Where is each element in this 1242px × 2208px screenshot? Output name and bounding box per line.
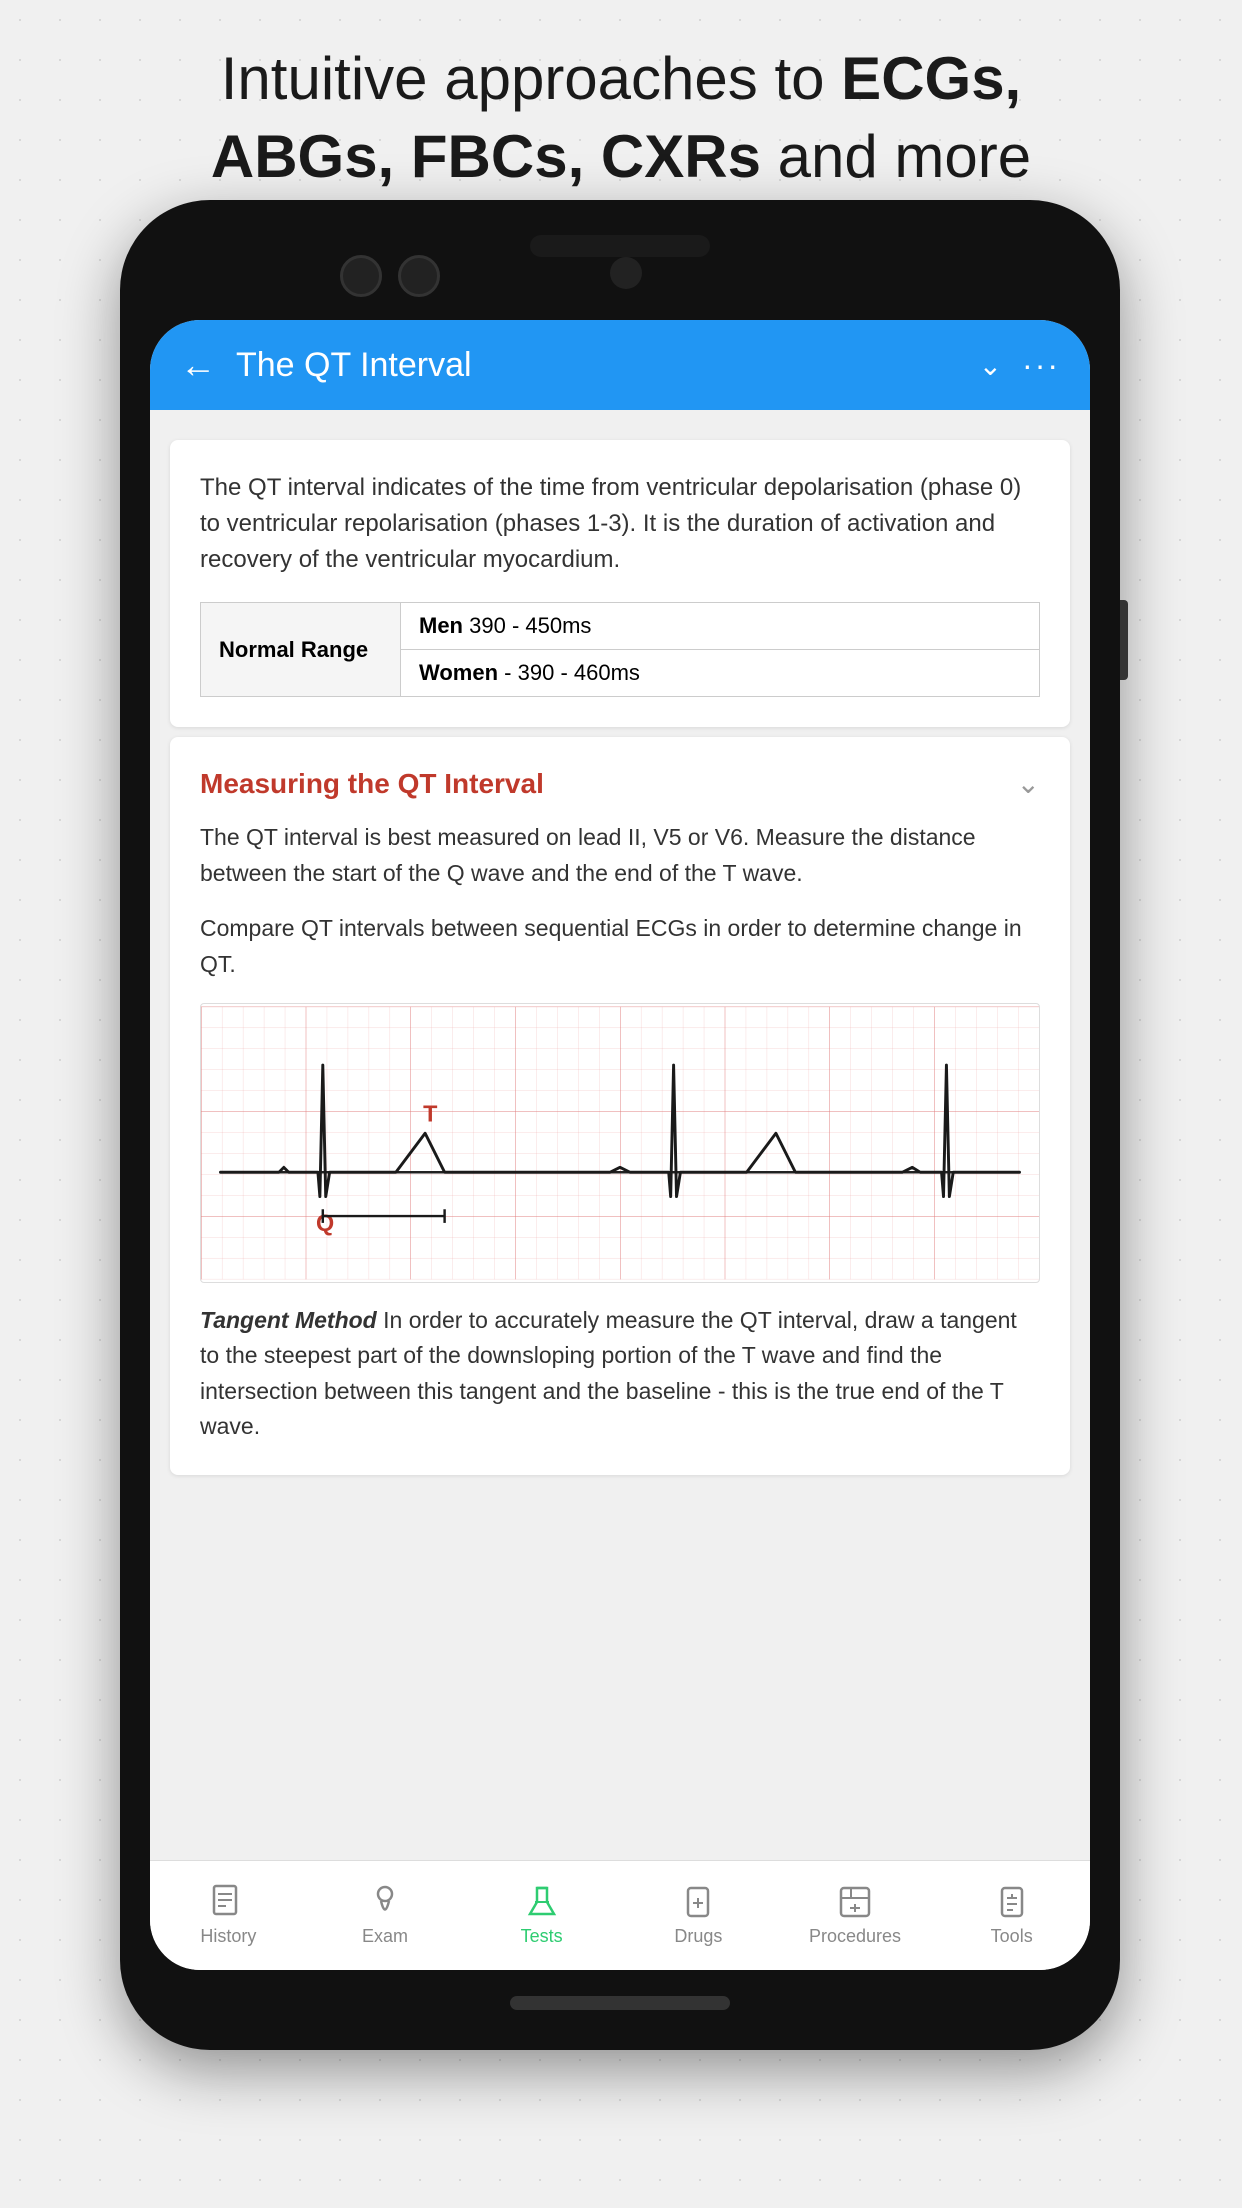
tools-icon <box>994 1884 1030 1920</box>
normal-range-label: Normal Range <box>201 603 401 697</box>
nav-label-tests: Tests <box>521 1926 563 1947</box>
women-range: Women - 390 - 460ms <box>401 650 1040 697</box>
nav-label-exam: Exam <box>362 1926 408 1947</box>
app-content[interactable]: The QT interval indicates of the time fr… <box>150 410 1090 1860</box>
top-heading-end: and more <box>778 123 1031 190</box>
phone-dot <box>610 257 642 289</box>
nav-item-history[interactable]: History <box>150 1884 307 1947</box>
phone-frame: ← The QT Interval ⌄ ··· The QT interval … <box>120 200 1120 2050</box>
measuring-section: Measuring the QT Interval ⌄ The QT inter… <box>170 737 1070 1475</box>
top-heading-line1: Intuitive approaches to <box>221 45 825 112</box>
nav-item-tools[interactable]: Tools <box>933 1884 1090 1947</box>
tangent-method-text: Tangent Method In order to accurately me… <box>200 1303 1040 1446</box>
phone-camera-right <box>398 255 440 297</box>
phone-screen: ← The QT Interval ⌄ ··· The QT interval … <box>150 320 1090 1970</box>
section-collapse-icon[interactable]: ⌄ <box>1017 767 1040 800</box>
svg-text:Q: Q <box>316 1209 334 1235</box>
nav-item-drugs[interactable]: Drugs <box>620 1884 777 1947</box>
section-header: Measuring the QT Interval ⌄ <box>200 767 1040 800</box>
men-range: Men 390 - 450ms <box>401 603 1040 650</box>
ecg-chart: Q T <box>200 1003 1040 1283</box>
more-options-button[interactable]: ··· <box>1022 347 1060 384</box>
nav-label-history: History <box>200 1926 256 1947</box>
section-title: Measuring the QT Interval <box>200 768 544 800</box>
drugs-icon <box>680 1884 716 1920</box>
app-header: ← The QT Interval ⌄ ··· <box>150 320 1090 410</box>
screen-title: The QT Interval <box>236 346 959 385</box>
nav-label-drugs: Drugs <box>674 1926 722 1947</box>
nav-item-procedures[interactable]: Procedures <box>777 1884 934 1947</box>
nav-item-exam[interactable]: Exam <box>307 1884 464 1947</box>
back-button[interactable]: ← <box>180 344 216 386</box>
tests-icon <box>524 1884 560 1920</box>
phone-side-button <box>1120 600 1128 680</box>
svg-text:T: T <box>423 1100 438 1126</box>
phone-camera-left <box>340 255 382 297</box>
nav-label-tools: Tools <box>991 1926 1033 1947</box>
bottom-nav: History Exam Tests <box>150 1860 1090 1970</box>
chevron-icon[interactable]: ⌄ <box>979 349 1002 382</box>
history-icon <box>210 1884 246 1920</box>
phone-speaker <box>530 235 710 257</box>
exam-icon <box>367 1884 403 1920</box>
section-para2: Compare QT intervals between sequential … <box>200 911 1040 982</box>
nav-item-tests[interactable]: Tests <box>463 1884 620 1947</box>
procedures-icon <box>837 1884 873 1920</box>
intro-card: The QT interval indicates of the time fr… <box>170 440 1070 727</box>
top-heading-bold2: ABGs, FBCs, CXRs <box>211 123 761 190</box>
tangent-bold-label: Tangent Method <box>200 1307 377 1333</box>
normal-range-table: Normal Range Men 390 - 450ms Women - 390… <box>200 602 1040 697</box>
phone-bottom-bar <box>510 1996 730 2010</box>
section-para1: The QT interval is best measured on lead… <box>200 820 1040 891</box>
intro-text: The QT interval indicates of the time fr… <box>200 470 1040 578</box>
top-heading-bold1: ECGs, <box>841 45 1021 112</box>
nav-label-procedures: Procedures <box>809 1926 901 1947</box>
